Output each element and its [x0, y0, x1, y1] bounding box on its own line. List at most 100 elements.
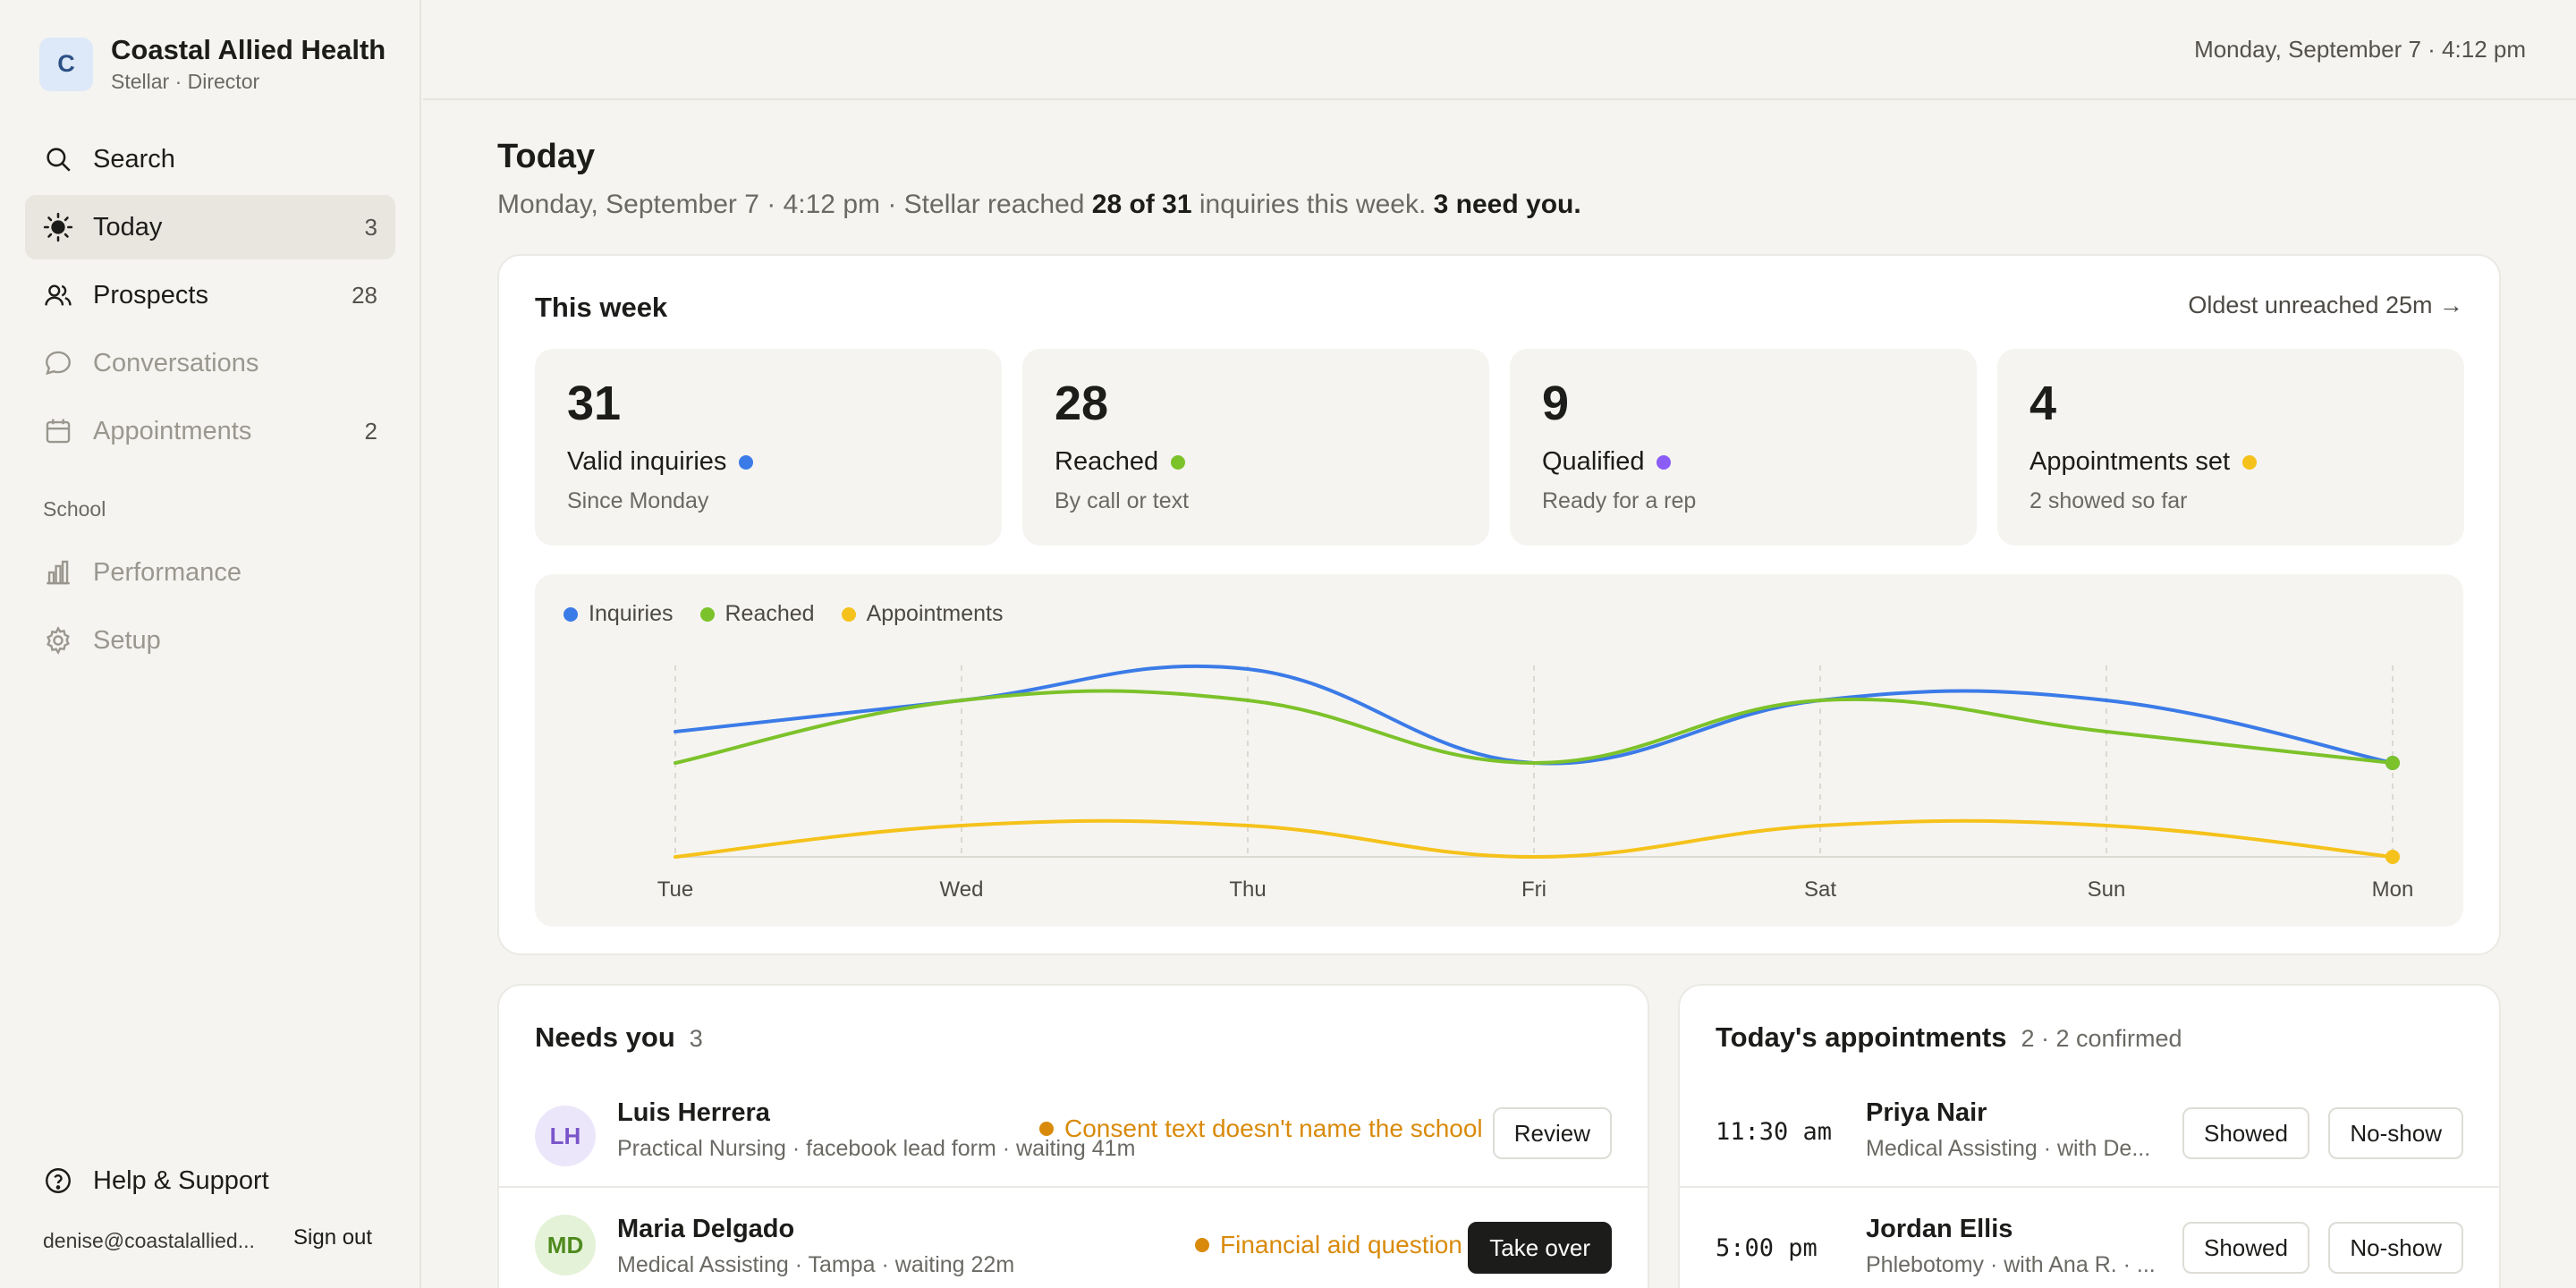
- user-email: denise@coastalallied...: [43, 1229, 255, 1252]
- status-dot: [1171, 454, 1186, 470]
- sidebar-item-prospects[interactable]: Prospects 28: [25, 263, 395, 327]
- sidebar-item-label: Today: [93, 212, 163, 242]
- section-count: 3: [689, 1025, 703, 1052]
- sun-icon: [43, 212, 73, 242]
- prospect-name: Luis Herrera: [617, 1098, 770, 1127]
- sidebar-item-appointments[interactable]: Appointments 2: [25, 399, 395, 463]
- org-role: Stellar · Director: [111, 70, 260, 93]
- sidebar-item-label: Search: [93, 144, 175, 174]
- stat-label-text: Reached: [1055, 447, 1159, 476]
- appointment-meta: Medical Assisting · with De...: [1866, 1136, 2151, 1161]
- todays-appointments-card: Today's appointments 2 · 2 confirmed 11:3…: [1678, 984, 2501, 1288]
- calendar-icon: [43, 416, 73, 446]
- x-tick-label: Thu: [1229, 877, 1266, 902]
- stat-label: Qualified: [1542, 447, 1672, 477]
- this-week-card: This week Oldest unreached 25m → 31 Vali…: [497, 254, 2501, 955]
- sidebar-item-today[interactable]: Today 3: [25, 195, 395, 259]
- sign-out-button[interactable]: Sign out: [293, 1225, 372, 1250]
- nav-section-label: School: [43, 497, 106, 521]
- stat-card-inquiries[interactable]: 31 Valid inquiries Since Monday: [535, 349, 1002, 546]
- issue-flag: Financial aid question: [1195, 1231, 1462, 1259]
- legend-dot: [564, 606, 578, 622]
- org-switcher[interactable]: C Coastal Allied Health Stellar · Direct…: [39, 34, 386, 94]
- list-item[interactable]: MD Maria Delgado Medical Assisting · Tam…: [499, 1186, 1648, 1288]
- no-show-button[interactable]: No-show: [2328, 1107, 2463, 1159]
- status-dot: [1657, 454, 1672, 470]
- take-over-button[interactable]: Take over: [1468, 1222, 1612, 1274]
- bar-chart-icon: [43, 557, 73, 588]
- sidebar-item-count: 3: [364, 213, 377, 241]
- prospect-name: Maria Delgado: [617, 1215, 795, 1243]
- sidebar-item-performance[interactable]: Performance: [25, 540, 395, 605]
- help-circle-icon: [43, 1165, 73, 1196]
- sidebar-item-label: Appointments: [93, 416, 252, 445]
- list-item[interactable]: 5:00 pm Jordan Ellis Phlebotomy · with A…: [1680, 1186, 2499, 1288]
- chat-bubble-icon: [43, 348, 73, 378]
- summary-needs-you: 3 need you.: [1433, 190, 1581, 219]
- legend-item-reached: Reached: [699, 601, 815, 627]
- x-tick-label: Sun: [2088, 877, 2126, 902]
- stat-label-text: Valid inquiries: [567, 447, 727, 476]
- chart-legend: Inquiries Reached Appointments: [564, 601, 1030, 627]
- sidebar-item-label: Prospects: [93, 280, 208, 309]
- prospect-meta: Medical Assisting · Tampa · waiting 22m: [617, 1252, 1015, 1277]
- showed-button[interactable]: Showed: [2182, 1107, 2309, 1159]
- sidebar-item-setup[interactable]: Setup: [25, 608, 395, 673]
- sidebar-item-conversations[interactable]: Conversations: [25, 331, 395, 395]
- sidebar: C Coastal Allied Health Stellar · Direct…: [0, 0, 421, 1288]
- stat-card-reached[interactable]: 28 Reached By call or text: [1022, 349, 1489, 546]
- stat-sub: Ready for a rep: [1542, 488, 1697, 513]
- avatar: MD: [535, 1215, 596, 1275]
- org-avatar: C: [39, 37, 93, 91]
- weekly-chart: Tue Wed Thu Fri Sat Sun Mon Inquiries Reached …: [535, 574, 2463, 927]
- review-button[interactable]: Review: [1492, 1107, 1612, 1159]
- appointment-name: Priya Nair: [1866, 1098, 1987, 1127]
- section-count: 2 · 2 confirmed: [2021, 1025, 2182, 1052]
- issue-flag: Consent text doesn't name the school: [1039, 1114, 1483, 1143]
- x-tick-label: Wed: [940, 877, 984, 902]
- sidebar-item-label: Setup: [93, 625, 161, 655]
- sidebar-item-help[interactable]: Help & Support: [25, 1148, 395, 1213]
- appointment-meta: Phlebotomy · with Ana R. · ...: [1866, 1252, 2156, 1277]
- warning-dot-icon: [1195, 1238, 1209, 1252]
- x-tick-label: Tue: [657, 877, 693, 902]
- legend-label: Reached: [724, 601, 815, 626]
- oldest-unreached-link[interactable]: Oldest unreached 25m →: [2188, 292, 2463, 319]
- list-item[interactable]: 11:30 am Priya Nair Medical Assisting · …: [1680, 1079, 2499, 1195]
- x-tick-label: Fri: [1521, 877, 1546, 902]
- org-name: Coastal Allied Health: [111, 34, 386, 65]
- stat-value: 28: [1055, 377, 1109, 430]
- sidebar-item-search[interactable]: Search: [25, 127, 395, 191]
- stat-label-text: Appointments set: [2029, 447, 2231, 476]
- line-chart: Tue Wed Thu Fri Sat Sun Mon: [657, 664, 2413, 902]
- sidebar-item-label: Performance: [93, 557, 242, 587]
- stat-value: 4: [2029, 377, 2057, 430]
- stat-sub: By call or text: [1055, 488, 1190, 513]
- list-item[interactable]: LH Luis Herrera Practical Nursing · face…: [499, 1079, 1648, 1195]
- page-title: Today: [497, 138, 596, 175]
- summary-text: Monday, September 7 · 4:12 pm · Stellar …: [497, 190, 1092, 219]
- stat-card-qualified[interactable]: 9 Qualified Ready for a rep: [1510, 349, 1977, 546]
- page-summary: Monday, September 7 · 4:12 pm · Stellar …: [497, 190, 1581, 220]
- warning-dot-icon: [1039, 1122, 1054, 1136]
- users-icon: [43, 280, 73, 310]
- no-show-button[interactable]: No-show: [2328, 1222, 2463, 1274]
- appointment-time: 5:00 pm: [1716, 1234, 1818, 1262]
- status-dot: [739, 454, 754, 470]
- stat-sub: Since Monday: [567, 488, 709, 513]
- card-title: This week: [535, 292, 668, 323]
- section-title: Today's appointments 2 · 2 confirmed: [1716, 1021, 2182, 1054]
- stat-card-appointments[interactable]: 4 Appointments set 2 showed so far: [1997, 349, 2464, 546]
- series-endpoint-reached: [2385, 756, 2400, 770]
- issue-text: Financial aid question: [1220, 1231, 1462, 1258]
- legend-label: Appointments: [866, 601, 1004, 626]
- sidebar-item-count: 28: [352, 281, 377, 309]
- stat-label: Valid inquiries: [567, 447, 754, 477]
- x-tick-label: Sat: [1804, 877, 1836, 902]
- sidebar-item-count: 2: [364, 417, 377, 445]
- showed-button[interactable]: Showed: [2182, 1222, 2309, 1274]
- stat-label: Reached: [1055, 447, 1186, 477]
- avatar: LH: [535, 1106, 596, 1166]
- sidebar-item-label: Conversations: [93, 348, 259, 377]
- stat-value: 9: [1542, 377, 1570, 430]
